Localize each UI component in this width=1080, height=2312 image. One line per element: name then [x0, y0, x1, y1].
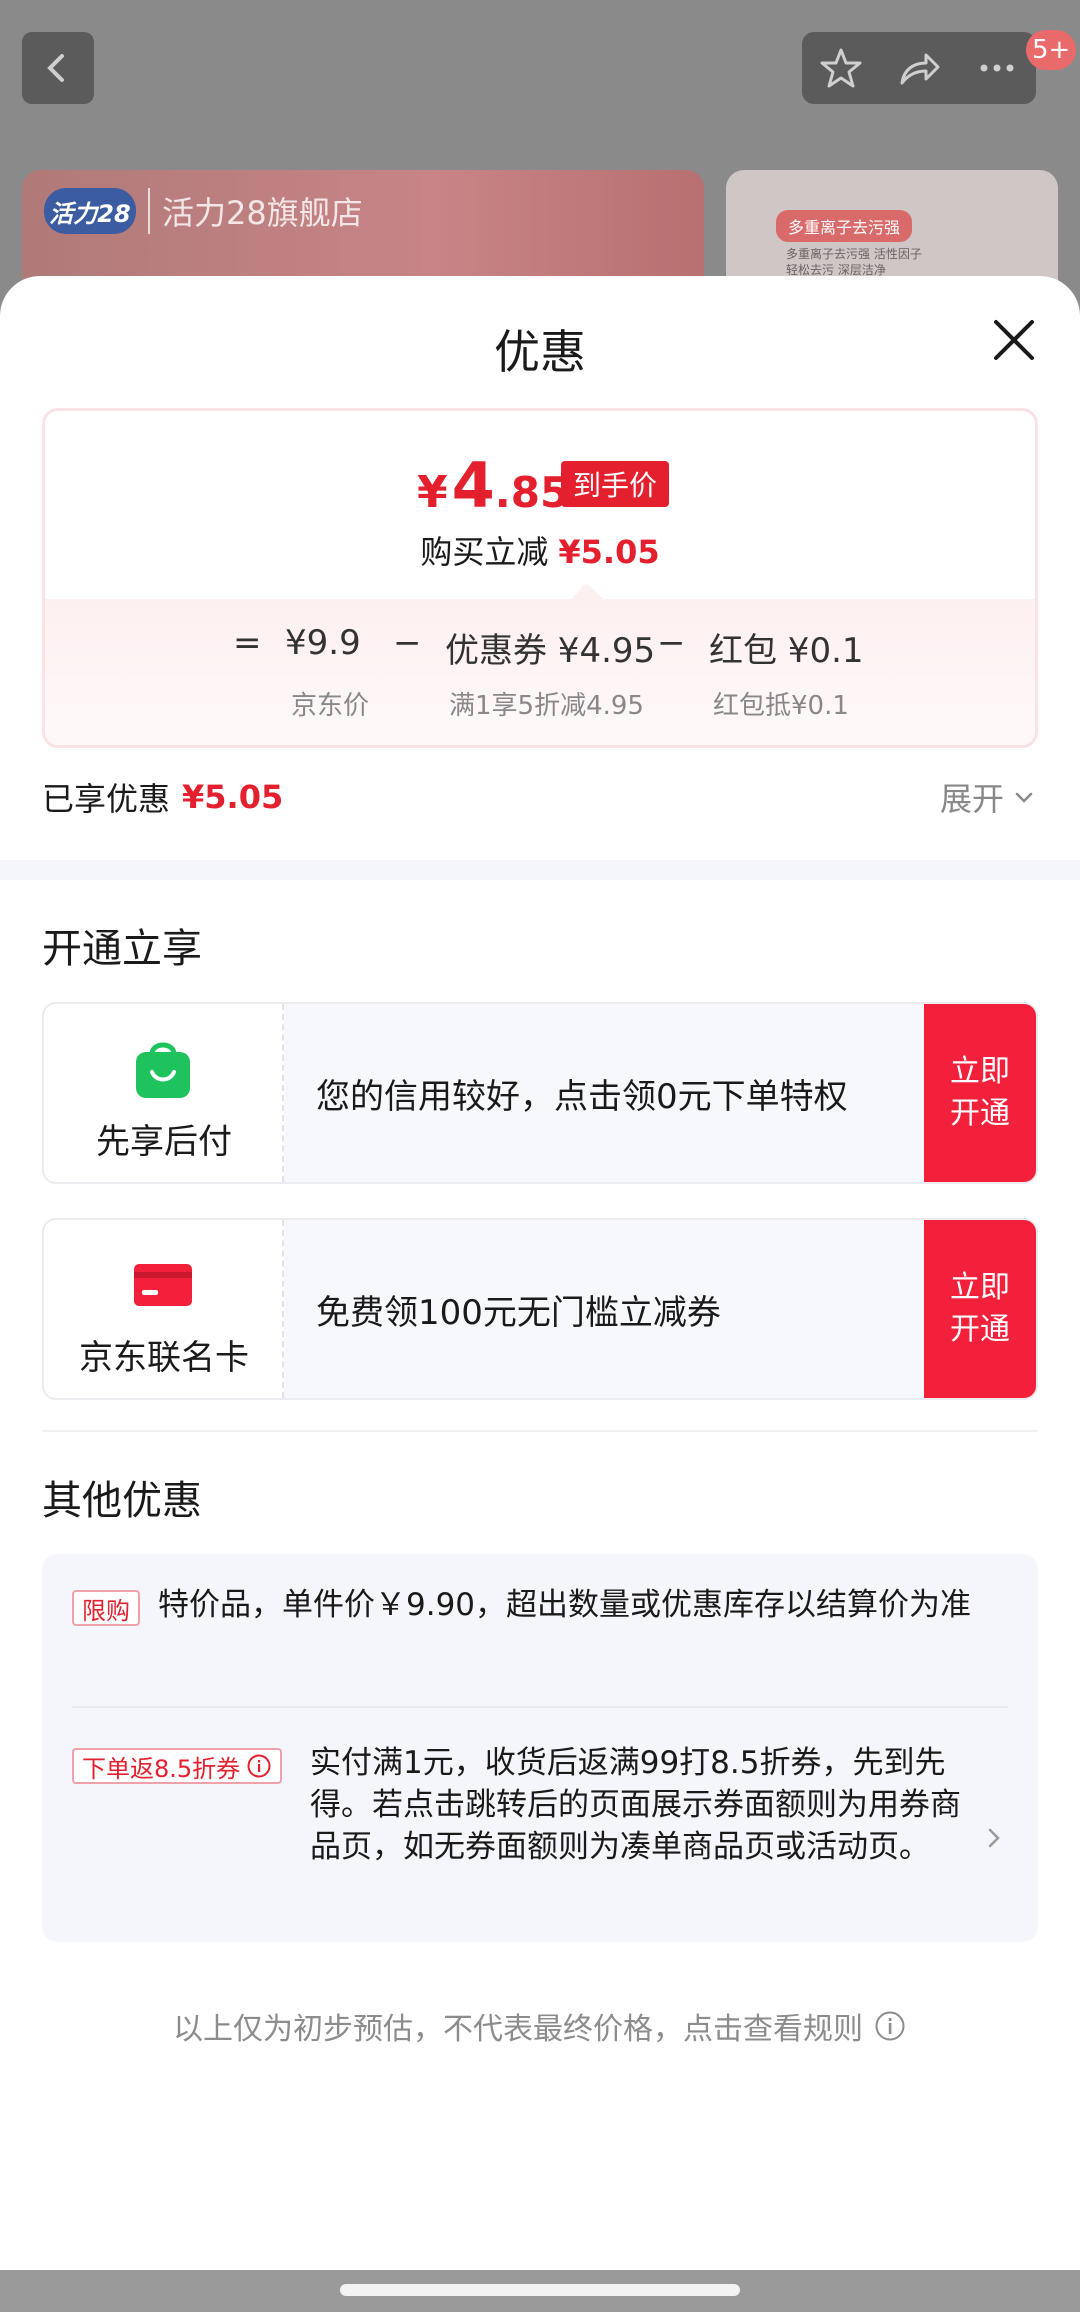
final-price-decimal: .85: [494, 468, 570, 517]
rules-note[interactable]: 以上仅为初步预估，不代表最终价格，点击查看规则: [0, 2004, 1080, 2048]
message-badge: 5+: [1026, 30, 1077, 70]
back-button[interactable]: [22, 32, 94, 104]
offer-name: 京东联名卡: [79, 1338, 249, 1378]
jd-price: ¥9.9: [285, 623, 361, 663]
offer-left-panel: 京东联名卡: [44, 1220, 284, 1398]
close-icon[interactable]: [986, 312, 1042, 368]
save-label: 购买立减: [420, 533, 549, 571]
info-icon: [875, 2011, 905, 2041]
section-divider: [0, 860, 1080, 880]
credit-card-icon: [134, 1264, 192, 1306]
final-price: ¥ 4 .85: [417, 449, 569, 522]
enjoyed-value: ¥5.05: [182, 778, 284, 816]
home-indicator[interactable]: [340, 2284, 740, 2296]
sheet-title: 优惠: [494, 325, 586, 379]
discount-sheet: 优惠 ¥ 4 .85 到手价 购买立减 ¥5.05 = ¥9.9 京东价 − 优惠…: [0, 276, 1080, 2312]
info-icon: [247, 1754, 271, 1778]
open-section-title: 开通立享: [42, 926, 202, 972]
save-value: ¥5.05: [558, 533, 660, 571]
coupon-return-badge-label: 下单返8.5折券: [82, 1754, 241, 1783]
coupon-amount: 优惠券 ¥4.95: [445, 631, 656, 671]
shopping-bag-icon: [136, 1042, 190, 1098]
final-price-integer: 4: [451, 449, 495, 522]
chevron-right-icon[interactable]: [978, 1822, 1010, 1854]
coupon-return-badge[interactable]: 下单返8.5折券: [72, 1748, 283, 1784]
offer-description: 免费领100元无门槛立减券: [316, 1292, 721, 1333]
rules-note-text: 以上仅为初步预估，不代表最终价格，点击查看规则: [173, 2012, 863, 2047]
limit-text: 特价品，单件价￥9.90，超出数量或优惠库存以结算价为准: [158, 1587, 972, 1623]
coupon-label: 满1享5折减4.95: [449, 691, 644, 721]
activate-button[interactable]: 立即 开通: [924, 1004, 1036, 1182]
price-breakdown-card: ¥ 4 .85 到手价 购买立减 ¥5.05 = ¥9.9 京东价 − 优惠券 ¥…: [42, 408, 1038, 748]
expand-label: 展开: [939, 780, 1004, 818]
inner-divider: [72, 1706, 1008, 1708]
offer-jd-card[interactable]: 京东联名卡 免费领100元无门槛立减券 立即 开通: [42, 1218, 1038, 1400]
caret-pointer: [571, 583, 603, 599]
jd-price-label: 京东价: [291, 691, 370, 721]
activate-button[interactable]: 立即 开通: [924, 1220, 1036, 1398]
activate-button-label: 立即 开通: [950, 1270, 1010, 1347]
coupon-return-text: 实付满1元，收货后返满99打8.5折券，先到先得。若点击跳转后的页面展示券面额则…: [310, 1745, 961, 1865]
promo-tag: 多重离子去污强: [776, 210, 913, 242]
offer-description: 您的信用较好，点击领0元下单特权: [316, 1076, 848, 1117]
offer-left-panel: 先享后付: [44, 1004, 284, 1182]
save-line: 购买立减 ¥5.05: [45, 527, 1035, 573]
store-logo: 活力28: [44, 188, 136, 234]
final-price-tag: 到手价: [561, 461, 670, 507]
chevron-down-icon: [1015, 792, 1033, 803]
share-icon[interactable]: [896, 45, 942, 91]
formula-minus-1: −: [393, 623, 422, 663]
more-icon[interactable]: [974, 45, 1020, 91]
price-formula: = ¥9.9 京东价 − 优惠券 ¥4.95 满1享5折减4.95 − 红包 ¥…: [45, 583, 1035, 745]
back-arrow-icon: [47, 54, 64, 82]
divider: [42, 1430, 1038, 1432]
activate-button-label: 立即 开通: [950, 1054, 1010, 1131]
other-offers-box: 限购 特价品，单件价￥9.90，超出数量或优惠库存以结算价为准 下单返8.5折券…: [42, 1554, 1038, 1942]
limit-badge: 限购: [72, 1590, 140, 1626]
formula-minus-2: −: [657, 623, 686, 663]
top-actions-bar: [802, 32, 1036, 104]
offer-name: 先享后付: [96, 1122, 232, 1162]
final-price-currency: ¥: [417, 467, 448, 518]
formula-equals: =: [233, 623, 262, 663]
redpacket-amount: 红包 ¥0.1: [709, 631, 864, 671]
star-icon[interactable]: [818, 45, 864, 91]
enjoyed-discount-row: 已享优惠 ¥5.05 展开: [42, 772, 1038, 822]
store-name: 活力28旗舰店: [148, 188, 363, 234]
enjoyed-label: 已享优惠: [42, 780, 171, 818]
promo-small-text: 多重离子去污强 活性因子 轻松去污 深层洁净: [786, 247, 922, 277]
expand-button[interactable]: 展开: [940, 774, 1038, 820]
price-summary: ¥ 4 .85 到手价 购买立减 ¥5.05: [45, 411, 1035, 599]
offer-pay-later[interactable]: 先享后付 您的信用较好，点击领0元下单特权 立即 开通: [42, 1002, 1038, 1184]
other-section-title: 其他优惠: [42, 1478, 202, 1524]
redpacket-label: 红包抵¥0.1: [713, 691, 849, 721]
